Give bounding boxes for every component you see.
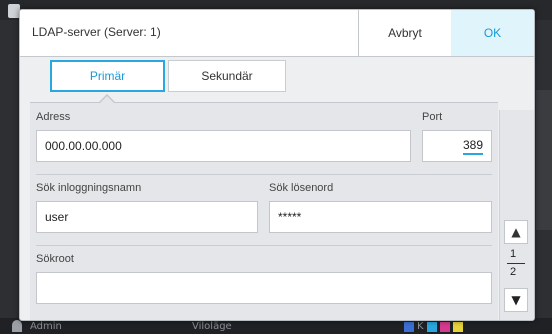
ink-cyan-swatch bbox=[426, 321, 437, 332]
ink-k-label: K bbox=[417, 321, 424, 332]
ok-button[interactable]: OK bbox=[451, 10, 534, 56]
ink-check-icon bbox=[404, 321, 414, 332]
divider bbox=[36, 174, 492, 175]
ink-yellow-swatch bbox=[452, 321, 463, 332]
page-current: 1 bbox=[510, 248, 517, 260]
search-password-field[interactable]: ***** bbox=[269, 201, 492, 233]
triangle-down-icon: ▼ bbox=[511, 293, 521, 307]
background-right-strip bbox=[536, 90, 552, 230]
address-field[interactable]: 000.00.00.000 bbox=[36, 130, 411, 162]
search-root-label: Sökroot bbox=[36, 253, 74, 265]
user-icon bbox=[12, 320, 22, 332]
tab-primary[interactable]: Primär bbox=[50, 60, 165, 92]
search-login-label: Sök inloggningsnamn bbox=[36, 182, 142, 194]
cancel-button[interactable]: Avbryt bbox=[358, 10, 451, 56]
search-root-field[interactable] bbox=[36, 272, 492, 304]
scroll-down-button[interactable]: ▼ bbox=[504, 288, 528, 312]
ink-magenta-swatch bbox=[439, 321, 450, 332]
port-label: Port bbox=[422, 111, 443, 123]
port-field[interactable]: 389 bbox=[422, 130, 492, 162]
ink-level-indicator: K bbox=[404, 321, 463, 332]
dialog-titlebar: LDAP-server (Server: 1) Avbryt OK bbox=[20, 10, 534, 57]
tab-secondary[interactable]: Sekundär bbox=[168, 60, 286, 92]
address-label: Adress bbox=[36, 111, 71, 123]
tab-bar: Primär Sekundär bbox=[20, 57, 534, 101]
server-settings-panel: Adress 000.00.00.000 Port 389 Sök inlogg… bbox=[30, 102, 498, 320]
search-password-label: Sök lösenord bbox=[269, 182, 334, 194]
page-total: 2 bbox=[510, 266, 517, 278]
page-fraction-line bbox=[507, 263, 525, 264]
triangle-up-icon: ▲ bbox=[511, 225, 521, 239]
scroll-up-button[interactable]: ▲ bbox=[504, 220, 528, 244]
dialog-title: LDAP-server (Server: 1) bbox=[32, 25, 161, 39]
background-mode-label: Viloläge bbox=[192, 321, 232, 332]
port-value: 389 bbox=[462, 138, 483, 155]
tab-pointer-fill bbox=[100, 96, 114, 103]
ldap-server-dialog: LDAP-server (Server: 1) Avbryt OK Primär… bbox=[19, 9, 535, 321]
background-user-label: Admin bbox=[30, 321, 62, 332]
divider bbox=[36, 245, 492, 246]
search-login-field[interactable]: user bbox=[36, 201, 258, 233]
